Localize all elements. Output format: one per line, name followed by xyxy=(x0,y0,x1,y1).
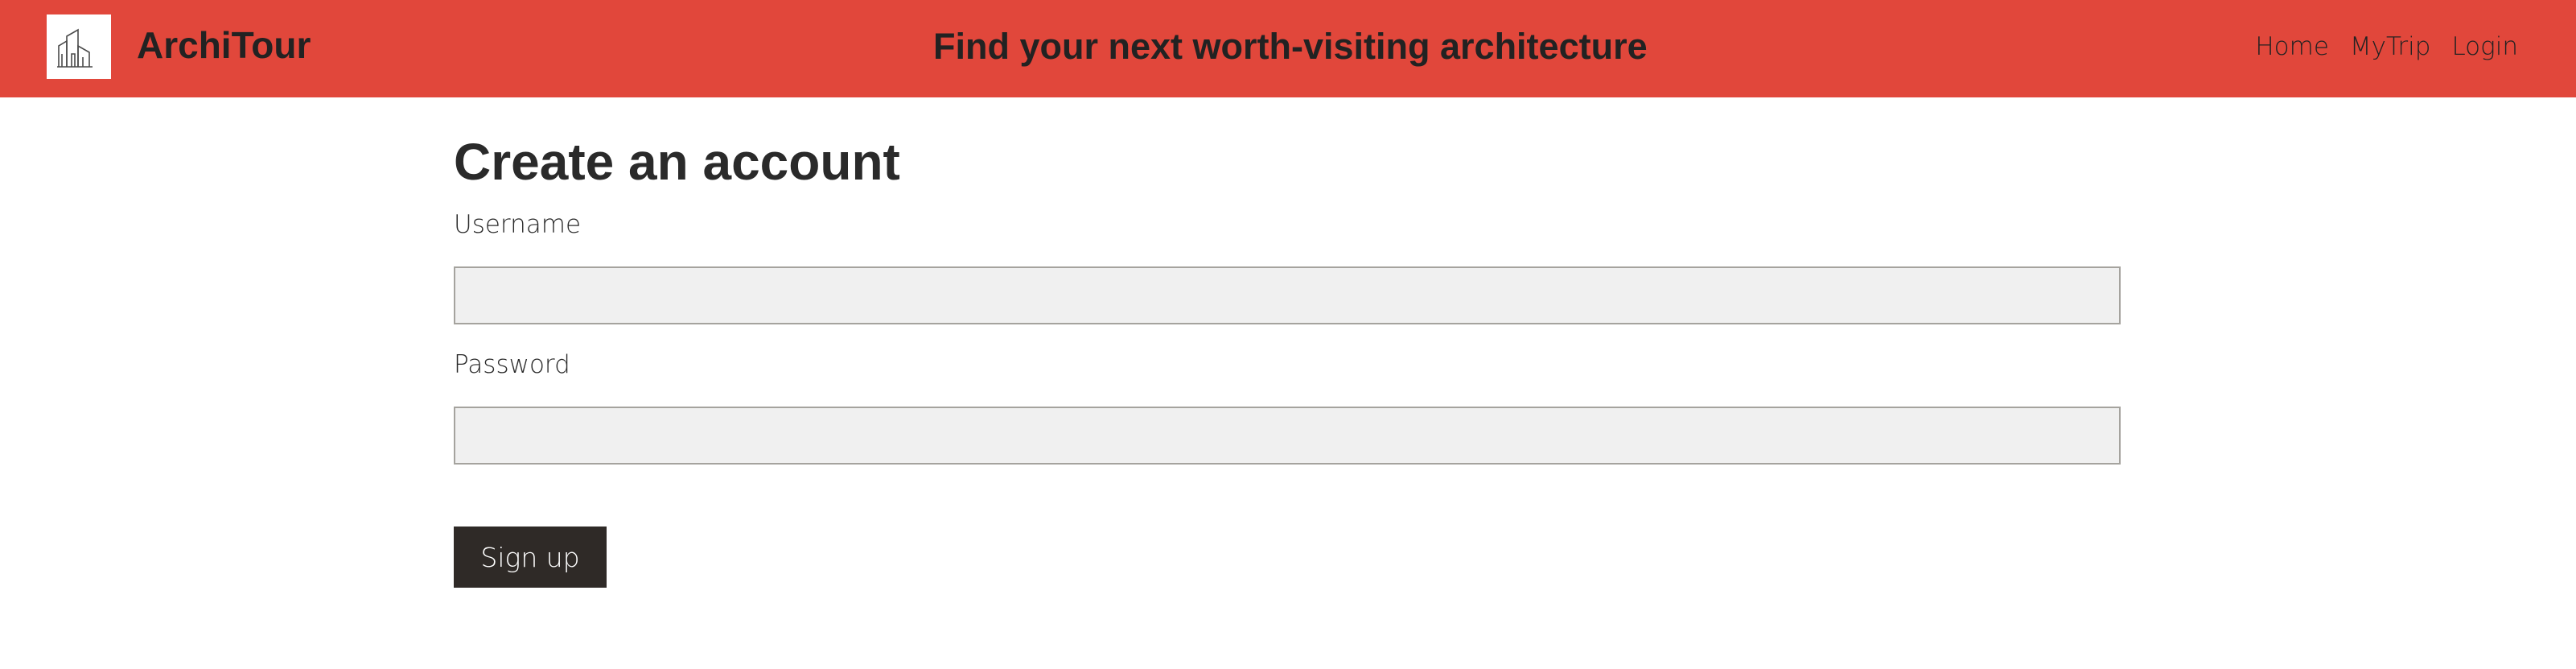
main-nav: Home MyTrip Login xyxy=(2255,29,2518,64)
brand-name[interactable]: ArchiTour xyxy=(137,23,311,68)
buildings-icon xyxy=(57,28,93,68)
nav-link-mytrip[interactable]: MyTrip xyxy=(2350,29,2431,64)
sign-up-button[interactable]: Sign up xyxy=(454,527,607,588)
page-title: Create an account xyxy=(454,133,900,191)
nav-link-login[interactable]: Login xyxy=(2451,29,2518,64)
username-label: Username xyxy=(454,210,582,239)
logo[interactable] xyxy=(47,14,111,79)
top-header-bar: ArchiTour Find your next worth-visiting … xyxy=(0,0,2576,97)
signup-form: Create an account Username Password Sign… xyxy=(454,129,2121,588)
nav-link-home[interactable]: Home xyxy=(2255,29,2329,64)
password-input[interactable] xyxy=(454,407,2121,465)
username-input[interactable] xyxy=(454,266,2121,324)
page-tagline: Find your next worth-visiting architectu… xyxy=(933,26,1648,67)
password-label: Password xyxy=(454,350,570,379)
